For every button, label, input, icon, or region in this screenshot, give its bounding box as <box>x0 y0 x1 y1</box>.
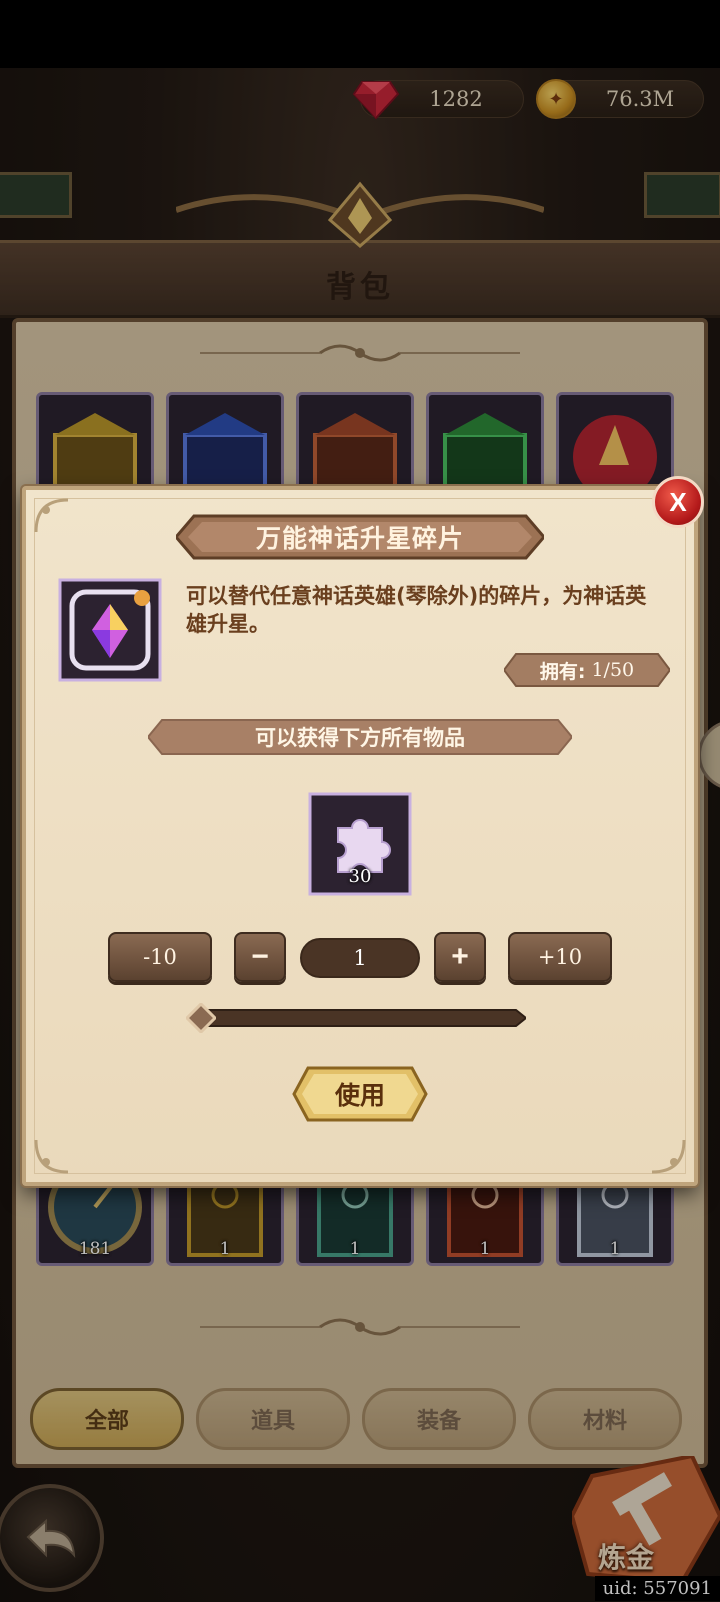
owned-value: 1/50 <box>591 659 635 681</box>
minus-ten-button[interactable]: -10 <box>108 932 212 982</box>
mythic-star-fragment-icon <box>58 578 162 682</box>
owned-label: 拥有: <box>539 660 586 683</box>
reward-count: 30 <box>348 866 372 887</box>
owned-count: 拥有: 1/50 <box>504 652 670 688</box>
quantity-slider[interactable] <box>196 1006 526 1030</box>
dialog-title: 万能神话升星碎片 <box>255 524 464 553</box>
use-button-label: 使用 <box>334 1081 385 1110</box>
corner-ornament-icon <box>651 1139 686 1174</box>
minus-button[interactable]: − <box>234 932 286 982</box>
slider-handle[interactable] <box>186 1003 216 1033</box>
plus-ten-button[interactable]: +10 <box>508 932 612 982</box>
corner-ornament-icon <box>34 498 69 533</box>
plus-button[interactable]: + <box>434 932 486 982</box>
quantity-field[interactable]: 1 <box>300 938 420 978</box>
obtain-label: 可以获得下方所有物品 <box>255 726 465 750</box>
item-description: 可以替代任意神话英雄(琴除外)的碎片，为神话英雄升星。 <box>186 584 647 636</box>
close-button[interactable]: X <box>652 476 704 528</box>
corner-ornament-icon <box>34 1139 69 1174</box>
